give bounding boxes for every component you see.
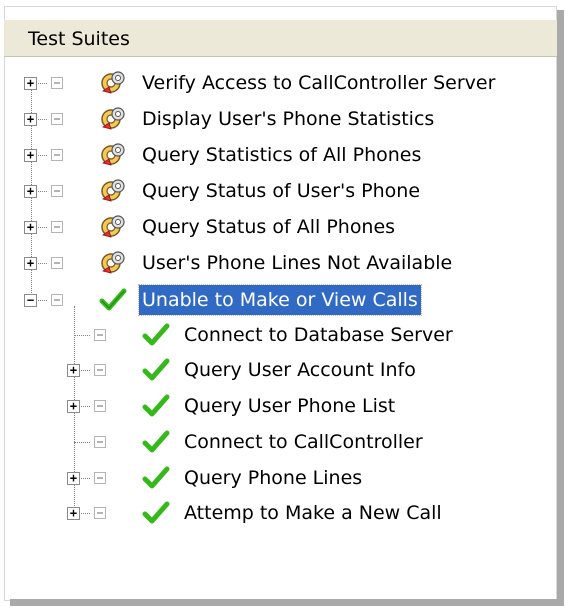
expand-toggle[interactable]: + — [67, 472, 80, 485]
suite-gear-icon — [101, 179, 125, 202]
child-label: Connect to CallController — [184, 431, 423, 453]
checkbox[interactable] — [51, 185, 63, 197]
tree-row-child[interactable]: Connect to Database Server — [4, 318, 557, 352]
suite-gear-icon — [101, 143, 125, 166]
suite-label: Display User's Phone Statistics — [142, 108, 435, 130]
tree-row-child[interactable]: + Attemp to Make a New Call — [4, 496, 557, 530]
child-label: Connect to Database Server — [184, 324, 453, 346]
tree-row-child[interactable]: + Query User Account Info — [4, 353, 557, 387]
tree-row-suite[interactable]: + Display User's Phone Statistics — [4, 102, 557, 136]
child-label: Attemp to Make a New Call — [184, 502, 442, 524]
test-suite-tree: + Verify Access to CallController Server… — [4, 6, 557, 601]
suite-label: Verify Access to CallController Server — [142, 72, 496, 94]
expand-toggle[interactable]: + — [24, 221, 37, 234]
tree-connector — [38, 191, 47, 192]
expand-toggle[interactable]: + — [24, 149, 37, 162]
checkbox[interactable] — [94, 400, 106, 412]
tree-row-suite[interactable]: + Query Statistics of All Phones — [4, 138, 557, 172]
suite-label: User's Phone Lines Not Available — [142, 252, 453, 274]
tree-connector — [81, 478, 90, 479]
checkbox[interactable] — [51, 149, 63, 161]
checkbox[interactable] — [51, 77, 63, 89]
expand-toggle[interactable]: + — [67, 400, 80, 413]
tree-connector — [38, 263, 47, 264]
checkbox[interactable] — [94, 329, 106, 341]
tree-connector — [81, 370, 90, 371]
tree-connector — [74, 335, 90, 336]
tree-row-child[interactable]: + Query Phone Lines — [4, 461, 557, 495]
tree-connector — [38, 83, 47, 84]
child-label: Query User Phone List — [184, 395, 396, 417]
tree-connector — [38, 119, 47, 120]
tree-connector — [38, 300, 47, 301]
expand-toggle[interactable]: + — [67, 364, 80, 377]
checkmark-icon — [142, 466, 170, 489]
tree-connector — [81, 513, 90, 514]
tree-row-child[interactable]: Connect to CallController — [4, 425, 557, 459]
expand-toggle[interactable]: + — [24, 77, 37, 90]
checkmark-icon — [142, 394, 170, 417]
checkbox[interactable] — [51, 113, 63, 125]
checkmark-icon — [142, 501, 170, 524]
checkbox[interactable] — [51, 221, 63, 233]
child-label: Query User Account Info — [184, 359, 416, 381]
child-label: Query Phone Lines — [184, 467, 363, 489]
checkmark-icon — [142, 358, 170, 381]
tree-row-suite-selected[interactable]: − Unable to Make or View Calls — [4, 283, 557, 317]
checkbox[interactable] — [51, 294, 63, 306]
checkbox[interactable] — [51, 257, 63, 269]
tree-row-suite[interactable]: + Verify Access to CallController Server — [4, 66, 557, 100]
tree-connector — [38, 227, 47, 228]
tree-row-suite[interactable]: + User's Phone Lines Not Available — [4, 246, 557, 280]
tree-connector — [38, 155, 47, 156]
suite-gear-icon — [101, 251, 125, 274]
tree-connector — [81, 406, 90, 407]
suite-gear-icon — [101, 215, 125, 238]
panel-shadow — [10, 599, 564, 606]
suite-label: Query Statistics of All Phones — [142, 144, 422, 166]
checkbox[interactable] — [94, 507, 106, 519]
suite-label: Query Status of User's Phone — [142, 180, 421, 202]
tree-row-suite[interactable]: + Query Status of User's Phone — [4, 174, 557, 208]
expand-toggle[interactable]: + — [24, 113, 37, 126]
test-suites-panel: Test Suites + Verify Access to CallContr… — [4, 4, 557, 601]
expand-toggle[interactable]: + — [24, 185, 37, 198]
suite-gear-icon — [101, 71, 125, 94]
tree-row-suite[interactable]: + Query Status of All Phones — [4, 210, 557, 244]
tree-row-child[interactable]: + Query User Phone List — [4, 389, 557, 423]
checkbox[interactable] — [94, 364, 106, 376]
collapse-toggle[interactable]: − — [24, 294, 37, 307]
panel-shadow — [557, 10, 564, 606]
suite-gear-icon — [101, 107, 125, 130]
checkmark-icon — [142, 430, 170, 453]
expand-toggle[interactable]: + — [24, 257, 37, 270]
tree-connector — [74, 442, 90, 443]
suite-label: Query Status of All Phones — [142, 216, 396, 238]
checkbox[interactable] — [94, 472, 106, 484]
expand-toggle[interactable]: + — [67, 507, 80, 520]
checkmark-icon — [142, 323, 170, 346]
checkbox[interactable] — [94, 436, 106, 448]
checkmark-icon — [99, 288, 127, 311]
suite-label-selected: Unable to Make or View Calls — [138, 284, 422, 316]
